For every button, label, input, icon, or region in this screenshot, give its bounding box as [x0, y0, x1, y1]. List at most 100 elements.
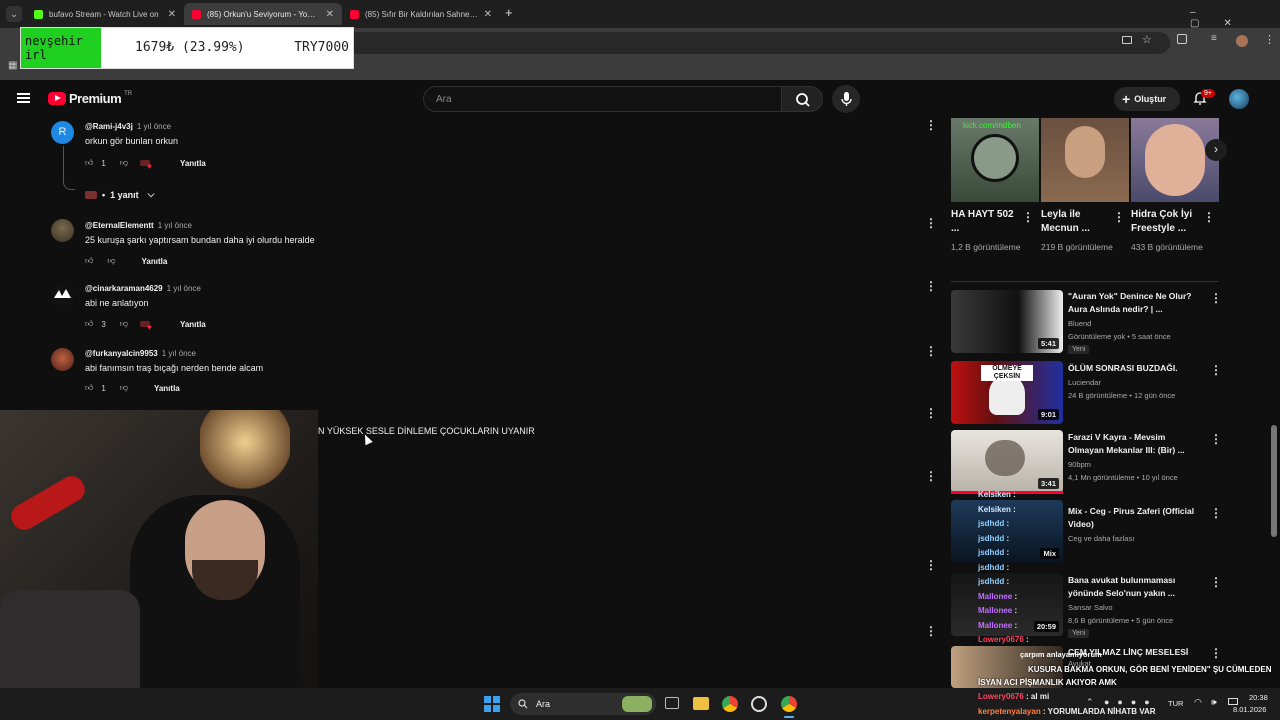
chrome-icon[interactable]: [722, 696, 738, 712]
media-icon[interactable]: ≡: [1211, 33, 1217, 44]
video-thumbnail[interactable]: 5:41: [951, 290, 1063, 353]
wifi-icon[interactable]: ◠: [1194, 697, 1202, 708]
tab-kick-stream[interactable]: bufavo Stream - Watch Live on ✕: [26, 3, 184, 25]
search-button[interactable]: [781, 86, 823, 112]
shelf-thumbnail-3[interactable]: [1131, 118, 1219, 202]
shelf-menu-icon[interactable]: ⋮: [1113, 210, 1125, 224]
shelf-title[interactable]: Leyla ile Mecnun ...: [1041, 208, 1113, 236]
reply-button[interactable]: Yanıtla: [180, 159, 206, 168]
view-replies-button[interactable]: • 1 yanıt ⌵: [85, 189, 155, 200]
reply-button[interactable]: Yanıtla: [142, 257, 168, 266]
video-menu-icon[interactable]: ⋮: [1210, 291, 1222, 305]
avatar[interactable]: [51, 219, 74, 242]
cast-icon[interactable]: [1122, 36, 1132, 44]
search-input[interactable]: Ara: [423, 86, 782, 112]
close-icon[interactable]: ✕: [484, 9, 492, 20]
comment-author[interactable]: @EternalElementt 1 yıl önce: [85, 221, 192, 230]
clock-time[interactable]: 20:38: [1249, 693, 1268, 702]
avatar[interactable]: [51, 348, 74, 371]
close-icon[interactable]: ✕: [168, 9, 176, 20]
video-thumbnail[interactable]: ÖLMEYE ÇEKSİN 9:01: [951, 361, 1063, 424]
minimize-icon[interactable]: –: [1190, 7, 1220, 18]
comment-author[interactable]: @Rami-j4v3j 1 yıl önce: [85, 122, 171, 131]
menu-kebab-icon[interactable]: ⋮: [1264, 33, 1275, 46]
like-icon[interactable]: 👍︎: [85, 256, 93, 266]
video-channel[interactable]: Ceg ve daha fazlası: [1068, 534, 1134, 543]
like-icon[interactable]: 👍︎: [85, 383, 93, 393]
dislike-icon[interactable]: 👎︎: [120, 158, 128, 168]
shelf-thumbnail-2[interactable]: [1041, 118, 1129, 202]
file-explorer-icon[interactable]: [693, 697, 709, 710]
comment-menu-icon[interactable]: ⋮: [925, 118, 937, 132]
page-scrollbar[interactable]: [1271, 425, 1277, 537]
bookmark-star-icon[interactable]: ☆: [1142, 33, 1152, 46]
video-title[interactable]: Bana avukat bulunmaması yönünde Selo'nun…: [1068, 574, 1198, 600]
shelf-title[interactable]: Hidra Çok İyi Freestyle ...: [1131, 208, 1203, 236]
create-button[interactable]: + Oluştur: [1114, 87, 1180, 111]
chrome-icon-active[interactable]: [781, 696, 797, 712]
avatar[interactable]: [51, 284, 74, 307]
comment-menu-icon[interactable]: ⋮: [925, 344, 937, 358]
reply-button[interactable]: Yanıtla: [180, 320, 206, 329]
close-icon[interactable]: ✕: [326, 9, 334, 20]
windows-start-icon[interactable]: [484, 696, 500, 712]
task-view-icon[interactable]: [665, 697, 679, 709]
voice-search-button[interactable]: [832, 85, 860, 113]
volume-icon[interactable]: 🕪︎: [1211, 697, 1217, 708]
video-menu-icon[interactable]: ⋮: [1210, 646, 1222, 660]
video-thumbnail[interactable]: 3:41: [951, 430, 1063, 493]
new-tab-button[interactable]: +: [505, 5, 513, 20]
video-menu-icon[interactable]: ⋮: [1210, 506, 1222, 520]
profile-avatar[interactable]: [1236, 35, 1248, 47]
comment-menu-icon[interactable]: ⋮: [925, 406, 937, 420]
video-title[interactable]: Farazi V Kayra - Mevsim Olmayan Mekanlar…: [1068, 431, 1198, 457]
video-channel[interactable]: 90bpm: [1068, 460, 1091, 469]
comment-menu-icon[interactable]: ⋮: [925, 558, 937, 572]
comment-menu-icon[interactable]: ⋮: [925, 624, 937, 638]
account-avatar[interactable]: [1229, 89, 1249, 109]
reply-button[interactable]: Yanıtla: [154, 384, 180, 393]
language-indicator[interactable]: TUR: [1168, 699, 1183, 708]
hamburger-menu-icon[interactable]: [17, 93, 30, 103]
comment-menu-icon[interactable]: ⋮: [925, 216, 937, 230]
video-title[interactable]: "Auran Yok" Denince Ne Olur? Aura Aslınd…: [1068, 290, 1198, 316]
like-icon[interactable]: 👍︎: [85, 319, 93, 329]
shelf-title[interactable]: HA HAYT 502 ...: [951, 208, 1023, 236]
dislike-icon[interactable]: 👎︎: [107, 256, 115, 266]
tab-title: bufavo Stream - Watch Live on: [49, 9, 159, 19]
tab-youtube-active[interactable]: (85) Orkun'u Seviyorum - YouTu ✕: [184, 3, 342, 25]
tab-youtube-2[interactable]: (85) Sıfır Bir Kaldırılan Sahne Cü ✕: [342, 3, 500, 25]
chat-line: Mallonee :: [978, 619, 1068, 634]
like-icon[interactable]: 👍︎: [85, 158, 93, 168]
comment-author[interactable]: @cinarkaraman4629 1 yıl önce: [85, 284, 201, 293]
dislike-icon[interactable]: 👎︎: [120, 319, 128, 329]
video-title[interactable]: ÖLÜM SONRASI BUZDAĞI.: [1068, 362, 1198, 375]
comment-menu-icon[interactable]: ⋮: [925, 279, 937, 293]
app-icon[interactable]: [751, 696, 767, 712]
shelf-thumbnail-1[interactable]: kick.com/mdben: [951, 118, 1039, 202]
video-channel[interactable]: Bluend: [1068, 319, 1091, 328]
tray-icons[interactable]: ●●●●: [1104, 697, 1158, 707]
video-menu-icon[interactable]: ⋮: [1210, 575, 1222, 589]
video-menu-icon[interactable]: ⋮: [1210, 363, 1222, 377]
comment-actions: 👍︎ 1 👎︎ ♥ Yanıtla: [85, 157, 206, 171]
comment-menu-icon[interactable]: ⋮: [925, 469, 937, 483]
chat-user: Kelsiken: [978, 490, 1011, 499]
extensions-icon[interactable]: [1177, 34, 1187, 44]
comment-author[interactable]: @furkanyalcin9953 1 yıl önce: [85, 349, 196, 358]
video-title[interactable]: Mix - Ceg - Pirus Zaferi (Official Video…: [1068, 505, 1198, 531]
clock-date[interactable]: 8.01.2026: [1233, 705, 1266, 714]
shelf-next-button[interactable]: ›: [1205, 139, 1227, 161]
avatar[interactable]: R: [51, 121, 74, 144]
dislike-icon[interactable]: 👎︎: [120, 383, 128, 393]
video-channel[interactable]: Luciendar: [1068, 378, 1101, 387]
apps-grid-icon[interactable]: ▦: [8, 60, 17, 71]
shelf-menu-icon[interactable]: ⋮: [1022, 210, 1034, 224]
shelf-menu-icon[interactable]: ⋮: [1203, 210, 1215, 224]
tab-search-button[interactable]: ⌄: [6, 6, 22, 22]
youtube-logo[interactable]: Premium TR: [48, 91, 132, 106]
battery-icon[interactable]: [1228, 698, 1238, 705]
thumbnail-overlay-text: kick.com/mdben: [963, 121, 1021, 130]
video-channel[interactable]: Sansar Salvo: [1068, 603, 1113, 612]
video-menu-icon[interactable]: ⋮: [1210, 432, 1222, 446]
